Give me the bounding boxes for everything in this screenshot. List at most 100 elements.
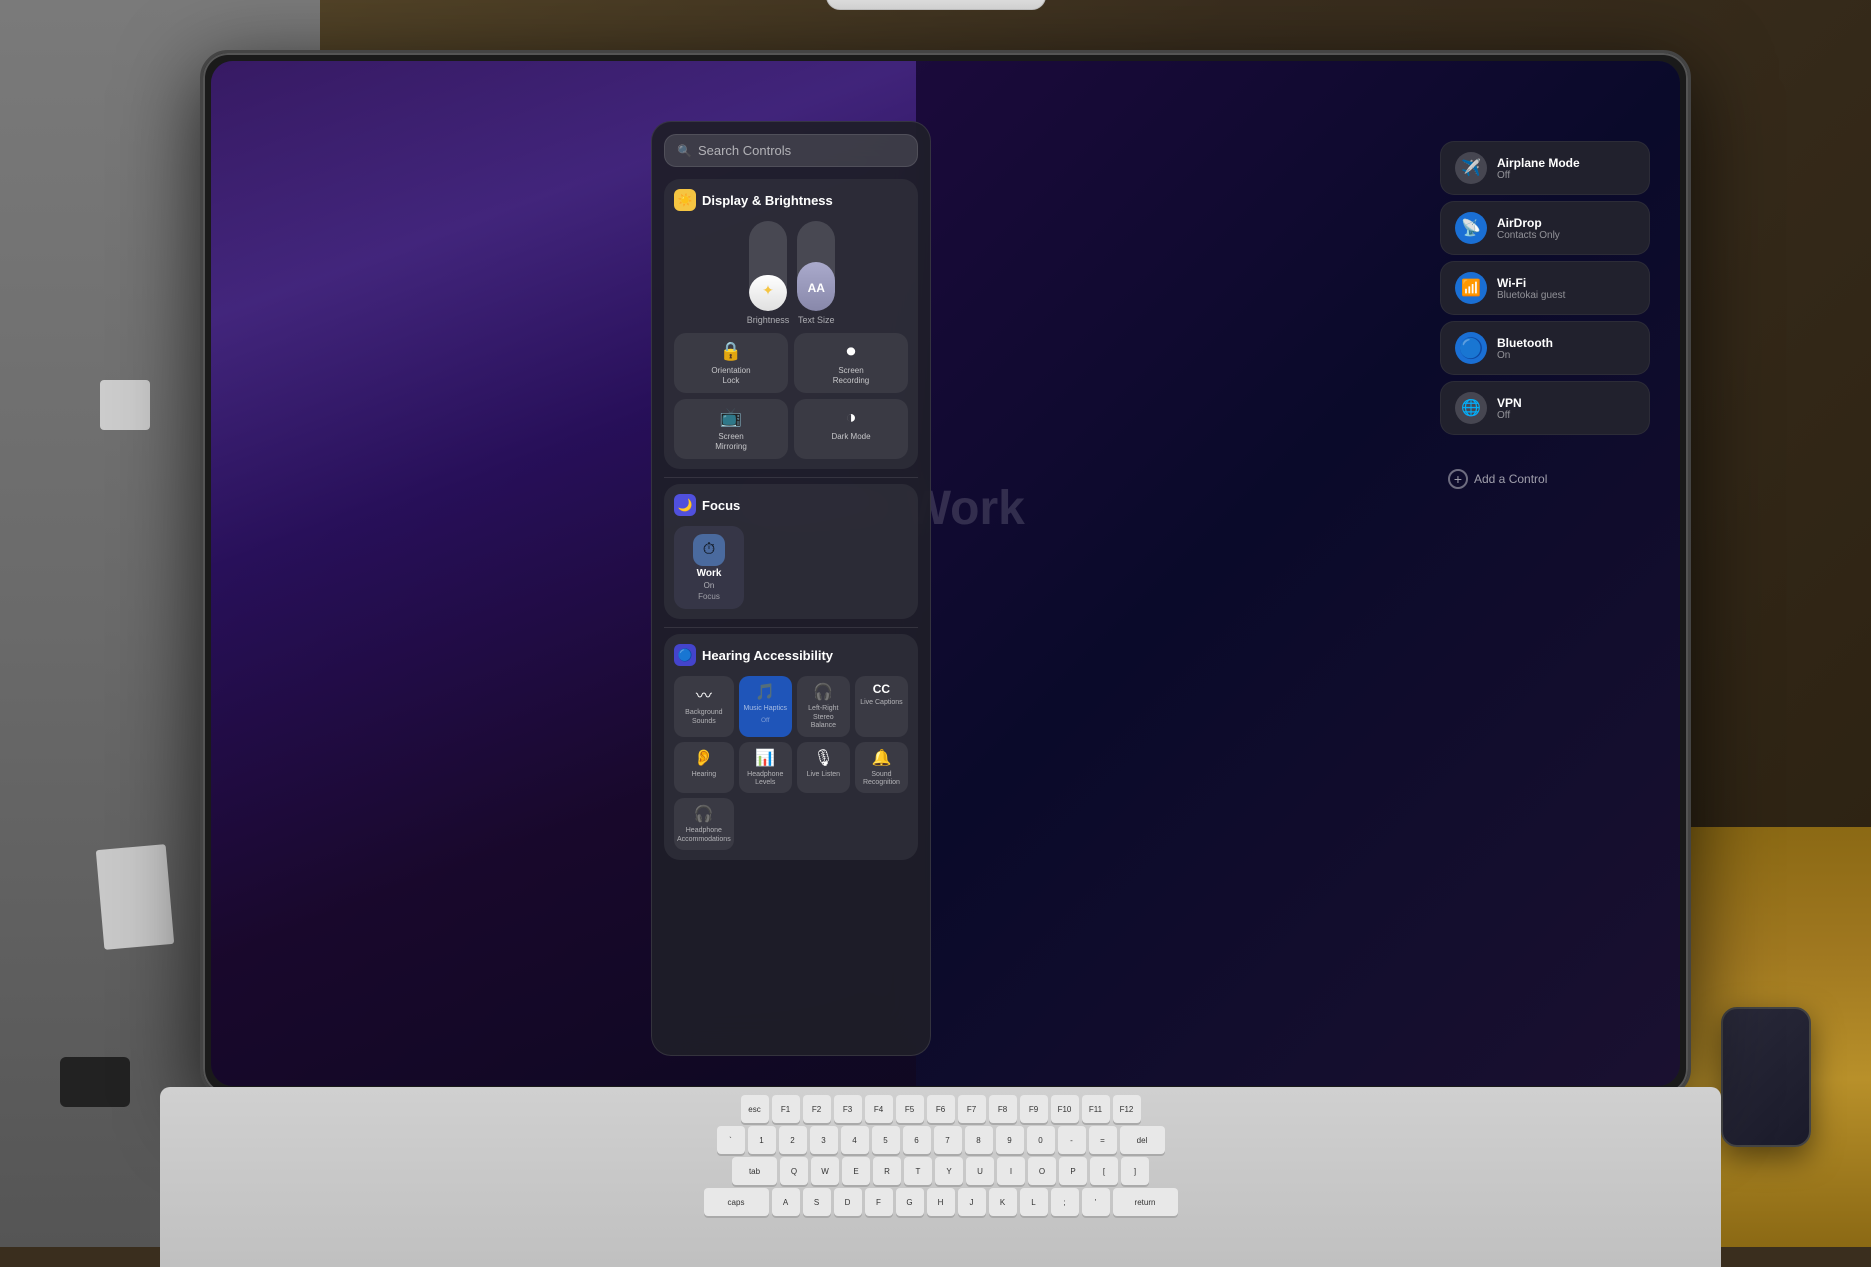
bluetooth-name: Bluetooth bbox=[1497, 336, 1553, 350]
key-f2[interactable]: F2 bbox=[803, 1095, 831, 1123]
key-0[interactable]: 0 bbox=[1027, 1126, 1055, 1154]
headphone-accommodations-btn[interactable]: 🎧 HeadphoneAccommodations bbox=[674, 798, 734, 850]
background-sounds-btn[interactable]: 〰 BackgroundSounds bbox=[674, 676, 734, 736]
work-focus-name: Work bbox=[697, 568, 722, 579]
key-d[interactable]: D bbox=[834, 1188, 862, 1216]
key-equals[interactable]: = bbox=[1089, 1126, 1117, 1154]
key-u[interactable]: U bbox=[966, 1157, 994, 1185]
key-w[interactable]: W bbox=[811, 1157, 839, 1185]
key-r[interactable]: R bbox=[873, 1157, 901, 1185]
ipad-device: Focus Work 🔍 Search Controls ☀️ Display … bbox=[200, 50, 1691, 1097]
key-f9[interactable]: F9 bbox=[1020, 1095, 1048, 1123]
key-q[interactable]: Q bbox=[780, 1157, 808, 1185]
key-semicolon[interactable]: ; bbox=[1051, 1188, 1079, 1216]
hearing-section-icon: 🔵 bbox=[674, 644, 696, 666]
key-o[interactable]: O bbox=[1028, 1157, 1056, 1185]
key-6[interactable]: 6 bbox=[903, 1126, 931, 1154]
work-focus-item[interactable]: ⏱ Work On Focus bbox=[674, 526, 744, 609]
airdrop-item[interactable]: 📡 AirDrop Contacts Only bbox=[1440, 201, 1650, 255]
key-f8[interactable]: F8 bbox=[989, 1095, 1017, 1123]
key-9[interactable]: 9 bbox=[996, 1126, 1024, 1154]
live-listen-btn[interactable]: 🎙 Live Listen bbox=[797, 742, 850, 794]
focus-section-icon: 🌙 bbox=[674, 494, 696, 516]
key-s[interactable]: S bbox=[803, 1188, 831, 1216]
screen-mirroring-btn[interactable]: 📺 ScreenMirroring bbox=[674, 399, 788, 459]
key-y[interactable]: Y bbox=[935, 1157, 963, 1185]
key-g[interactable]: G bbox=[896, 1188, 924, 1216]
key-p[interactable]: P bbox=[1059, 1157, 1087, 1185]
key-8[interactable]: 8 bbox=[965, 1126, 993, 1154]
display-section-header: ☀️ Display & Brightness bbox=[674, 189, 908, 211]
key-backtick[interactable]: ` bbox=[717, 1126, 745, 1154]
background-sounds-label: BackgroundSounds bbox=[685, 709, 722, 726]
key-f4[interactable]: F4 bbox=[865, 1095, 893, 1123]
key-1[interactable]: 1 bbox=[748, 1126, 776, 1154]
key-3[interactable]: 3 bbox=[810, 1126, 838, 1154]
key-2[interactable]: 2 bbox=[779, 1126, 807, 1154]
screen-recording-btn[interactable]: ⏺ ScreenRecording bbox=[794, 333, 908, 393]
key-f7[interactable]: F7 bbox=[958, 1095, 986, 1123]
key-f1[interactable]: F1 bbox=[772, 1095, 800, 1123]
keyboard: esc F1 F2 F3 F4 F5 F6 F7 F8 F9 F10 F11 F… bbox=[160, 1087, 1721, 1267]
sound-recognition-label: SoundRecognition bbox=[863, 771, 900, 788]
key-f10[interactable]: F10 bbox=[1051, 1095, 1079, 1123]
key-esc[interactable]: esc bbox=[741, 1095, 769, 1123]
vpn-item[interactable]: 🌐 VPN Off bbox=[1440, 381, 1650, 435]
live-captions-btn[interactable]: CC Live Captions bbox=[855, 676, 908, 736]
key-7[interactable]: 7 bbox=[934, 1126, 962, 1154]
dark-mode-btn[interactable]: ◑ Dark Mode bbox=[794, 399, 908, 459]
sound-recognition-btn[interactable]: 🔔 SoundRecognition bbox=[855, 742, 908, 794]
wifi-item[interactable]: 📶 Wi-Fi Bluetokai guest bbox=[1440, 261, 1650, 315]
live-captions-icon: CC bbox=[873, 682, 890, 696]
key-h[interactable]: H bbox=[927, 1188, 955, 1216]
key-f12[interactable]: F12 bbox=[1113, 1095, 1141, 1123]
key-e[interactable]: E bbox=[842, 1157, 870, 1185]
key-caps[interactable]: caps bbox=[704, 1188, 769, 1216]
brightness-label: Brightness bbox=[747, 315, 790, 325]
key-k[interactable]: K bbox=[989, 1188, 1017, 1216]
key-a[interactable]: A bbox=[772, 1188, 800, 1216]
key-tab[interactable]: tab bbox=[732, 1157, 777, 1185]
key-bracket-close[interactable]: ] bbox=[1121, 1157, 1149, 1185]
search-bar[interactable]: 🔍 Search Controls bbox=[664, 134, 918, 167]
key-i[interactable]: I bbox=[997, 1157, 1025, 1185]
key-bracket-open[interactable]: [ bbox=[1090, 1157, 1118, 1185]
stereo-balance-btn[interactable]: 🎧 Left-RightStereo Balance bbox=[797, 676, 850, 736]
key-f6[interactable]: F6 bbox=[927, 1095, 955, 1123]
orientation-lock-icon: 🔒 bbox=[720, 341, 742, 362]
key-t[interactable]: T bbox=[904, 1157, 932, 1185]
headphone-levels-btn[interactable]: 📊 HeadphoneLevels bbox=[739, 742, 792, 794]
key-delete[interactable]: del bbox=[1120, 1126, 1165, 1154]
add-control-btn[interactable]: + Add a Control bbox=[1440, 461, 1650, 497]
vpn-text: VPN Off bbox=[1497, 396, 1522, 421]
airplane-mode-item[interactable]: ✈️ Airplane Mode Off bbox=[1440, 141, 1650, 195]
hearing-ear-icon: 👂 bbox=[694, 748, 714, 768]
textsize-slider[interactable]: AA bbox=[797, 221, 835, 311]
airdrop-name: AirDrop bbox=[1497, 216, 1560, 230]
key-minus[interactable]: - bbox=[1058, 1126, 1086, 1154]
wifi-text: Wi-Fi Bluetokai guest bbox=[1497, 276, 1565, 301]
bluetooth-item[interactable]: 🔵 Bluetooth On bbox=[1440, 321, 1650, 375]
hearing-section-title: Hearing Accessibility bbox=[702, 648, 833, 663]
key-5[interactable]: 5 bbox=[872, 1126, 900, 1154]
music-haptics-btn[interactable]: 🎵 Music Haptics Off bbox=[739, 676, 792, 736]
wifi-name: Wi-Fi bbox=[1497, 276, 1565, 290]
live-listen-label: Live Listen bbox=[807, 771, 840, 779]
orientation-lock-btn[interactable]: 🔒 OrientationLock bbox=[674, 333, 788, 393]
key-f3[interactable]: F3 bbox=[834, 1095, 862, 1123]
hearing-controls-grid: 〰 BackgroundSounds 🎵 Music Haptics Off 🎧… bbox=[674, 676, 908, 850]
search-icon: 🔍 bbox=[677, 144, 692, 158]
key-f[interactable]: F bbox=[865, 1188, 893, 1216]
key-return[interactable]: return bbox=[1113, 1188, 1178, 1216]
textsize-aa-label: AA bbox=[808, 281, 825, 295]
brightness-slider[interactable]: ✦ bbox=[749, 221, 787, 311]
bluetooth-text: Bluetooth On bbox=[1497, 336, 1553, 361]
key-j[interactable]: J bbox=[958, 1188, 986, 1216]
key-quote[interactable]: ' bbox=[1082, 1188, 1110, 1216]
key-4[interactable]: 4 bbox=[841, 1126, 869, 1154]
vpn-icon: 🌐 bbox=[1455, 392, 1487, 424]
key-l[interactable]: L bbox=[1020, 1188, 1048, 1216]
key-f5[interactable]: F5 bbox=[896, 1095, 924, 1123]
hearing-btn-item[interactable]: 👂 Hearing bbox=[674, 742, 734, 794]
key-f11[interactable]: F11 bbox=[1082, 1095, 1110, 1123]
